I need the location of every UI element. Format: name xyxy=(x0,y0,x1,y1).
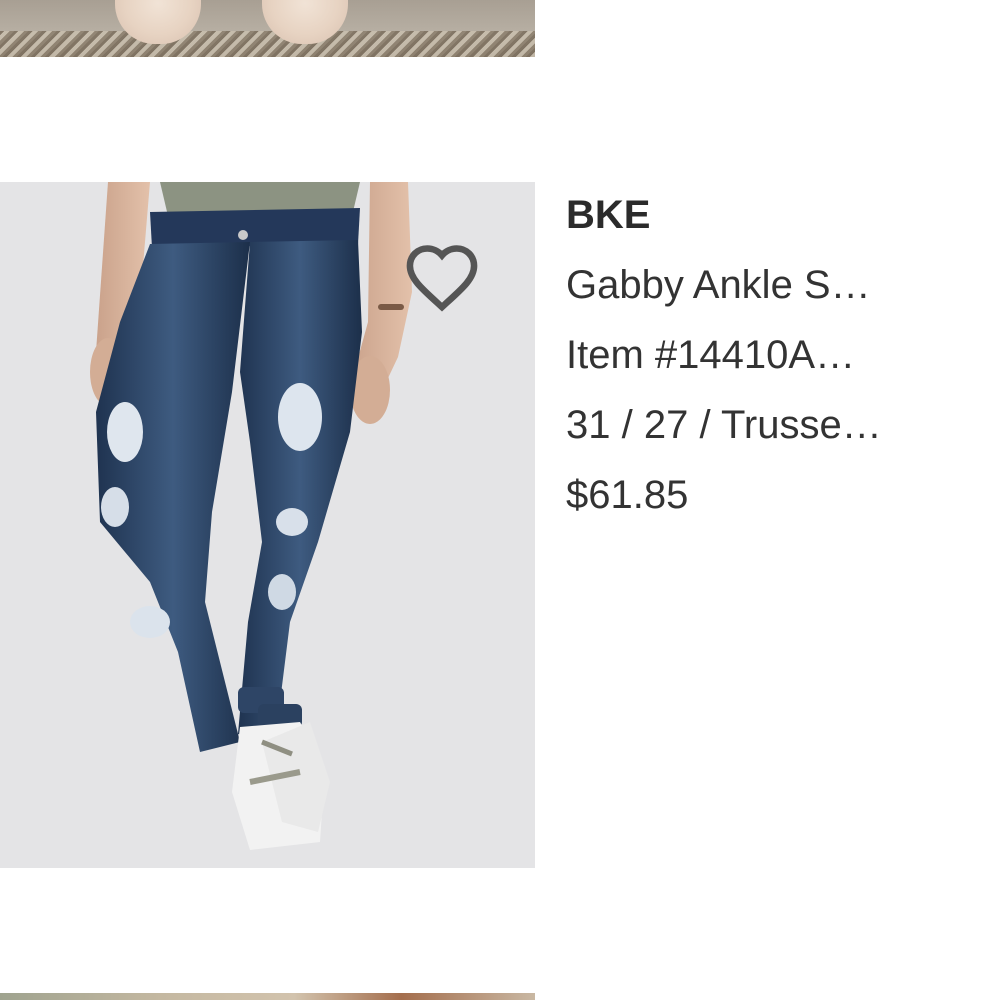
next-product-image[interactable] xyxy=(0,993,535,1000)
product-card[interactable]: BKE Gabby Ankle S… Item #14410A… 31 / 27… xyxy=(0,182,1000,868)
favorite-button[interactable] xyxy=(398,236,486,316)
product-options: 31 / 27 / Trusse… xyxy=(566,403,882,447)
product-list: BKE Gabby Ankle S… Item #14410A… 31 / 27… xyxy=(0,0,1000,1000)
product-image[interactable] xyxy=(0,182,535,868)
product-price: $61.85 xyxy=(566,473,689,517)
rug-pattern xyxy=(0,31,535,57)
product-info[interactable]: BKE Gabby Ankle S… Item #14410A… 31 / 27… xyxy=(566,190,986,540)
heart-outline-icon xyxy=(406,245,478,312)
product-name: Gabby Ankle S… xyxy=(566,263,871,307)
previous-product-image[interactable] xyxy=(0,0,535,57)
product-brand: BKE xyxy=(566,193,651,237)
product-item-number: Item #14410A… xyxy=(566,333,856,377)
